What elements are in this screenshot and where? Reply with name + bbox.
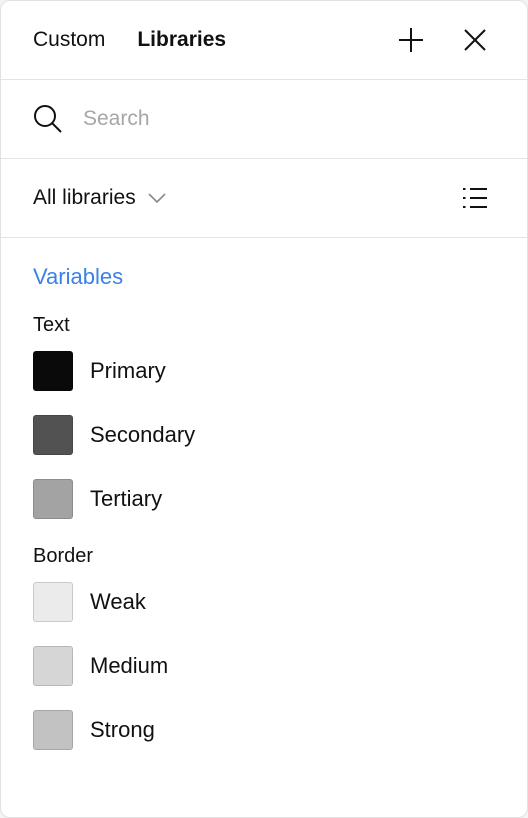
search-input[interactable] [81,106,465,132]
panel-header: Custom Libraries [1,1,527,80]
variable-label: Weak [90,589,146,614]
group-title: Text [33,314,70,336]
variable-label: Tertiary [90,486,163,511]
add-button[interactable] [391,20,431,60]
variable-item-tertiary[interactable]: Tertiary [33,479,495,519]
plus-icon [399,28,423,52]
variable-item-medium[interactable]: Medium [33,646,495,686]
tab-libraries[interactable]: Libraries [137,28,226,52]
library-filter-label: All libraries [33,186,136,209]
close-icon [464,29,486,51]
variables-list: Variables Text Primary Secondary Tertiar… [1,238,527,750]
header-actions [391,20,495,60]
variable-label: Primary [90,358,166,383]
color-swatch [33,351,73,391]
color-swatch [33,479,73,519]
variable-item-strong[interactable]: Strong [33,710,495,750]
variable-item-secondary[interactable]: Secondary [33,415,495,455]
section-title: Variables [33,264,124,289]
filter-bar: All libraries [1,159,527,238]
list-view-button[interactable] [455,178,495,218]
color-swatch [33,582,73,622]
group-border: Border Weak Medium Strong [33,545,495,750]
variable-item-primary[interactable]: Primary [33,351,495,391]
tab-custom[interactable]: Custom [33,28,105,52]
variable-item-weak[interactable]: Weak [33,582,495,622]
libraries-panel: Custom Libraries All libraries [0,0,528,818]
variable-label: Strong [90,717,155,742]
color-swatch [33,710,73,750]
search-bar [1,80,527,159]
group-text: Text Primary Secondary Tertiary [33,314,495,519]
chevron-down-icon [148,193,166,204]
search-icon [34,105,62,133]
group-title: Border [33,545,94,567]
variable-label: Medium [90,653,169,678]
list-view-icon [463,188,487,208]
close-button[interactable] [455,20,495,60]
color-swatch [33,646,73,686]
library-filter-dropdown[interactable]: All libraries [33,186,166,210]
color-swatch [33,415,73,455]
variable-label: Secondary [90,422,196,447]
tab-bar: Custom Libraries [33,28,226,52]
